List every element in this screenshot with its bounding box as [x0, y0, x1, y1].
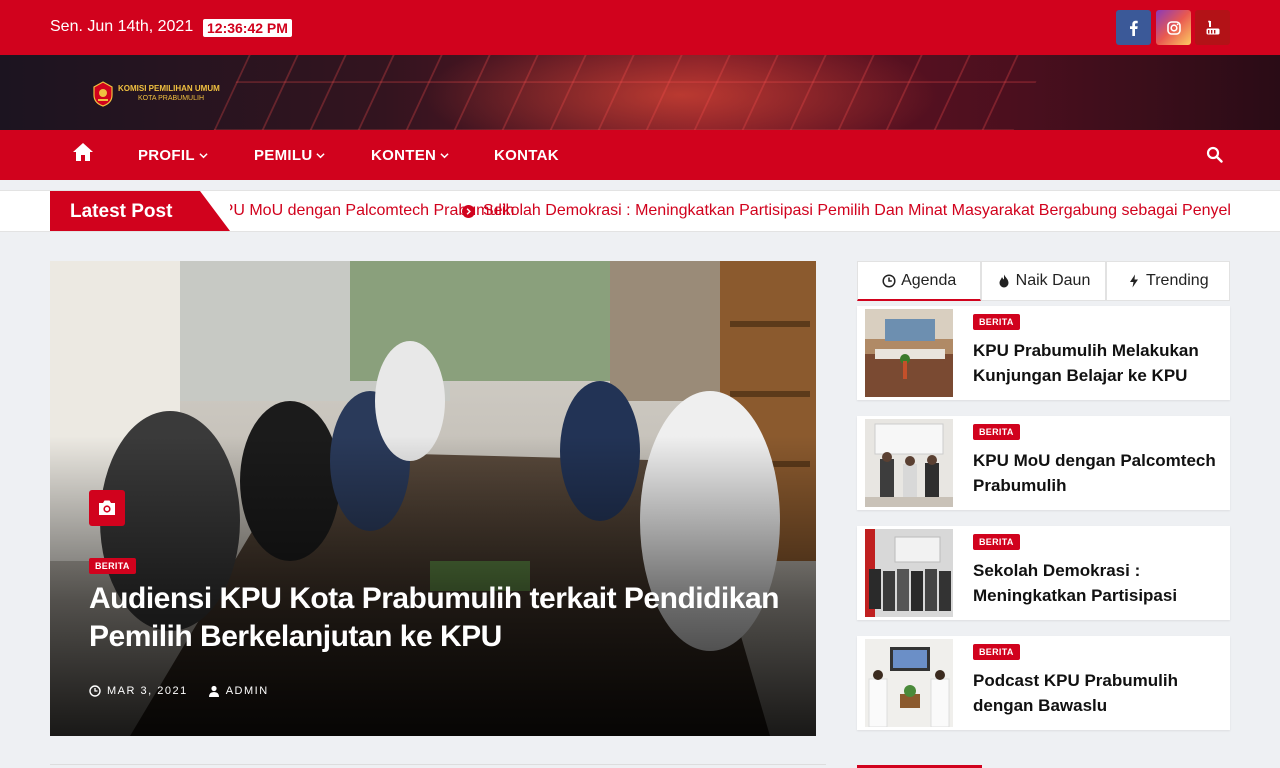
post-meta: MAR 3, 2021 ADMIN — [89, 685, 269, 697]
instagram-button[interactable] — [1156, 10, 1191, 45]
clock-icon — [882, 273, 896, 288]
youtube-button[interactable] — [1195, 10, 1230, 45]
tab-label: Trending — [1146, 272, 1209, 289]
latest-post-ticker: Latest Post KPU MoU dengan Palcomtech Pr… — [0, 190, 1280, 232]
current-time: 12:36:42 PM — [203, 19, 292, 37]
post-thumbnail[interactable] — [865, 529, 953, 617]
kpu-emblem-icon — [93, 81, 113, 107]
nav-item-pemilu[interactable]: PEMILU — [254, 147, 326, 164]
camera-button[interactable] — [89, 490, 125, 526]
post-title[interactable]: Podcast KPU Prabumulih dengan Bawaslu — [973, 668, 1218, 718]
camera-icon — [99, 500, 115, 515]
sidebar-post[interactable]: BERITA Podcast KPU Prabumulih dengan Baw… — [857, 636, 1230, 730]
ticker-label: Latest Post — [50, 191, 230, 231]
main-navigation: PROFIL PEMILU KONTEN KONTAK — [0, 130, 1280, 180]
category-badge[interactable]: BERITA — [973, 314, 1020, 330]
nav-item-label: PROFIL — [138, 147, 195, 164]
post-author[interactable]: ADMIN — [226, 685, 269, 697]
category-badge[interactable]: BERITA — [89, 558, 136, 574]
chevron-down-icon — [316, 153, 326, 159]
nav-item-kontak[interactable]: KONTAK — [494, 147, 559, 164]
tab-label: Naik Daun — [1015, 272, 1091, 289]
ticker-track: KPU MoU dengan Palcomtech Prabumulih Sek… — [230, 202, 1230, 224]
logo-subtitle: KOTA PRABUMULIH — [138, 95, 204, 102]
featured-post[interactable]: BERITA Audiensi KPU Kota Prabumulih terk… — [50, 261, 816, 736]
site-logo[interactable]: KOMISI PEMILIHAN UMUM KOTA PRABUMULIH — [92, 81, 220, 107]
tab-trending[interactable]: Trending — [1105, 261, 1230, 301]
tab-agenda[interactable]: Agenda — [857, 261, 982, 301]
current-date: Sen. Jun 14th, 2021 — [50, 18, 194, 35]
tab-label: Agenda — [901, 271, 957, 289]
featured-post-title[interactable]: Audiensi KPU Kota Prabumulih terkait Pen… — [89, 580, 789, 656]
home-button[interactable] — [72, 142, 94, 167]
post-title[interactable]: KPU Prabumulih Melakukan Kunjungan Belaj… — [973, 338, 1218, 388]
post-date[interactable]: MAR 3, 2021 — [107, 685, 188, 697]
sidebar-post[interactable]: BERITA Sekolah Demokrasi : Meningkatkan … — [857, 526, 1230, 620]
sidebar-tabs: Agenda Naik Daun Trending — [857, 261, 1230, 301]
nav-item-label: PEMILU — [254, 147, 313, 164]
fire-icon — [999, 274, 1009, 288]
bolt-icon — [1130, 274, 1139, 288]
banner-pattern — [202, 55, 1058, 130]
search-button[interactable] — [1206, 146, 1223, 168]
post-thumbnail[interactable] — [865, 309, 953, 397]
header-banner: KOMISI PEMILIHAN UMUM KOTA PRABUMULIH — [0, 55, 1280, 130]
tab-naik-daun[interactable]: Naik Daun — [981, 261, 1106, 301]
nav-item-label: KONTAK — [494, 147, 559, 164]
chevron-down-icon — [199, 153, 208, 159]
ticker-item-label: Sekolah Demokrasi : Meningkatkan Partisi… — [483, 202, 1230, 219]
category-badge[interactable]: BERITA — [973, 424, 1020, 440]
nav-item-label: KONTEN — [371, 147, 437, 164]
logo-title: KOMISI PEMILIHAN UMUM — [118, 84, 220, 93]
home-icon — [73, 143, 93, 161]
category-badge[interactable]: BERITA — [973, 644, 1020, 660]
youtube-icon — [1206, 19, 1219, 34]
content-divider — [50, 764, 826, 768]
user-icon — [208, 685, 220, 697]
clock-icon — [89, 685, 101, 697]
post-thumbnail[interactable] — [865, 639, 953, 727]
category-badge[interactable]: BERITA — [973, 534, 1020, 550]
sidebar-post[interactable]: BERITA KPU MoU dengan Palcomtech Prabumu… — [857, 416, 1230, 510]
post-title[interactable]: KPU MoU dengan Palcomtech Prabumulih — [973, 448, 1218, 498]
top-bar: Sen. Jun 14th, 2021 12:36:42 PM — [0, 0, 1280, 55]
facebook-icon — [1129, 20, 1138, 36]
search-icon — [1206, 146, 1223, 163]
nav-item-konten[interactable]: KONTEN — [371, 147, 449, 164]
ticker-item[interactable]: Sekolah Demokrasi : Meningkatkan Partisi… — [462, 202, 1230, 220]
sidebar-post[interactable]: BERITA KPU Prabumulih Melakukan Kunjunga… — [857, 306, 1230, 400]
nav-item-profil[interactable]: PROFIL — [138, 147, 208, 164]
post-thumbnail[interactable] — [865, 419, 953, 507]
post-title[interactable]: Sekolah Demokrasi : Meningkatkan Partisi… — [973, 558, 1218, 608]
facebook-button[interactable] — [1116, 10, 1151, 45]
instagram-icon — [1166, 20, 1181, 35]
chevron-circle-right-icon — [462, 204, 475, 218]
chevron-down-icon — [440, 153, 449, 159]
